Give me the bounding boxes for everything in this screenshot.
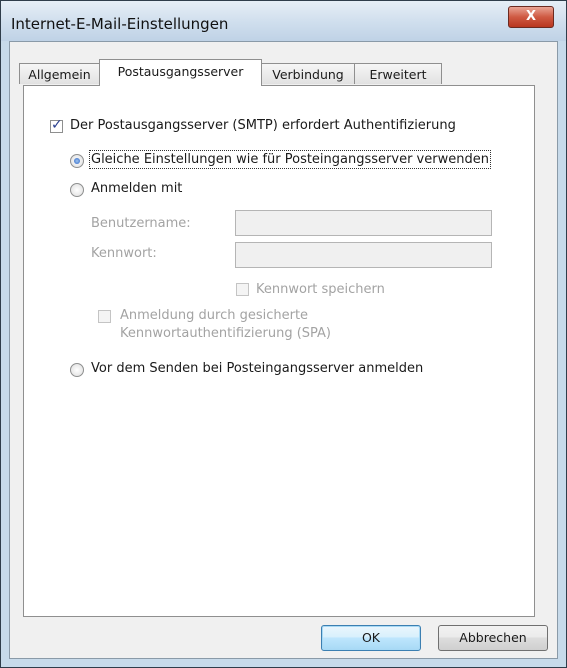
remember-password-checkbox[interactable] <box>236 283 249 296</box>
remember-password-label: Kennwort speichern <box>256 282 385 297</box>
ok-button[interactable]: OK <box>321 625 421 651</box>
before-send-radio[interactable] <box>70 363 84 377</box>
cancel-button[interactable]: Abbrechen <box>438 625 548 651</box>
smtp-auth-checkbox[interactable] <box>50 117 63 133</box>
tab-erweitert[interactable]: Erweitert <box>354 63 442 84</box>
password-label: Kennwort: <box>91 246 157 261</box>
ok-label: OK <box>361 630 381 645</box>
tab-postausgangsserver[interactable]: Postausgangsserver <box>99 59 262 86</box>
password-field[interactable] <box>235 242 492 268</box>
tab-panel-postausgangsserver: Der Postausgangsserver (SMTP) erfordert … <box>23 85 535 617</box>
spa-label-line1: Anmeldung durch gesicherte <box>120 308 309 323</box>
tab-label: Verbindung <box>272 67 344 82</box>
login-with-label: Anmelden mit <box>91 181 183 196</box>
tab-allgemein[interactable]: Allgemein <box>19 63 100 84</box>
spa-label-line2: Kennwortauthentifizierung (SPA) <box>120 326 331 341</box>
username-field[interactable] <box>235 210 492 236</box>
window-title: Internet-E-Mail-Einstellungen <box>11 15 229 33</box>
login-with-radio[interactable] <box>70 183 84 197</box>
close-button[interactable]: X <box>508 6 554 28</box>
username-label: Benutzername: <box>91 216 191 231</box>
tab-label: Erweitert <box>369 67 427 82</box>
close-icon: X <box>525 9 537 24</box>
same-settings-radio[interactable] <box>70 154 84 168</box>
tab-label: Allgemein <box>28 67 91 82</box>
tab-verbindung[interactable]: Verbindung <box>261 63 355 84</box>
spa-checkbox[interactable] <box>98 310 111 323</box>
before-send-label: Vor dem Senden bei Posteingangsserver an… <box>91 361 424 376</box>
cancel-label: Abbrechen <box>459 630 527 645</box>
title-bar: Internet-E-Mail-Einstellungen X <box>1 1 566 41</box>
dialog-window: Internet-E-Mail-Einstellungen X Allgemei… <box>0 0 567 668</box>
tab-label: Postausgangsserver <box>117 64 244 79</box>
smtp-auth-label: Der Postausgangsserver (SMTP) erfordert … <box>70 118 456 133</box>
same-settings-label: Gleiche Einstellungen wie für Posteingan… <box>89 150 491 169</box>
